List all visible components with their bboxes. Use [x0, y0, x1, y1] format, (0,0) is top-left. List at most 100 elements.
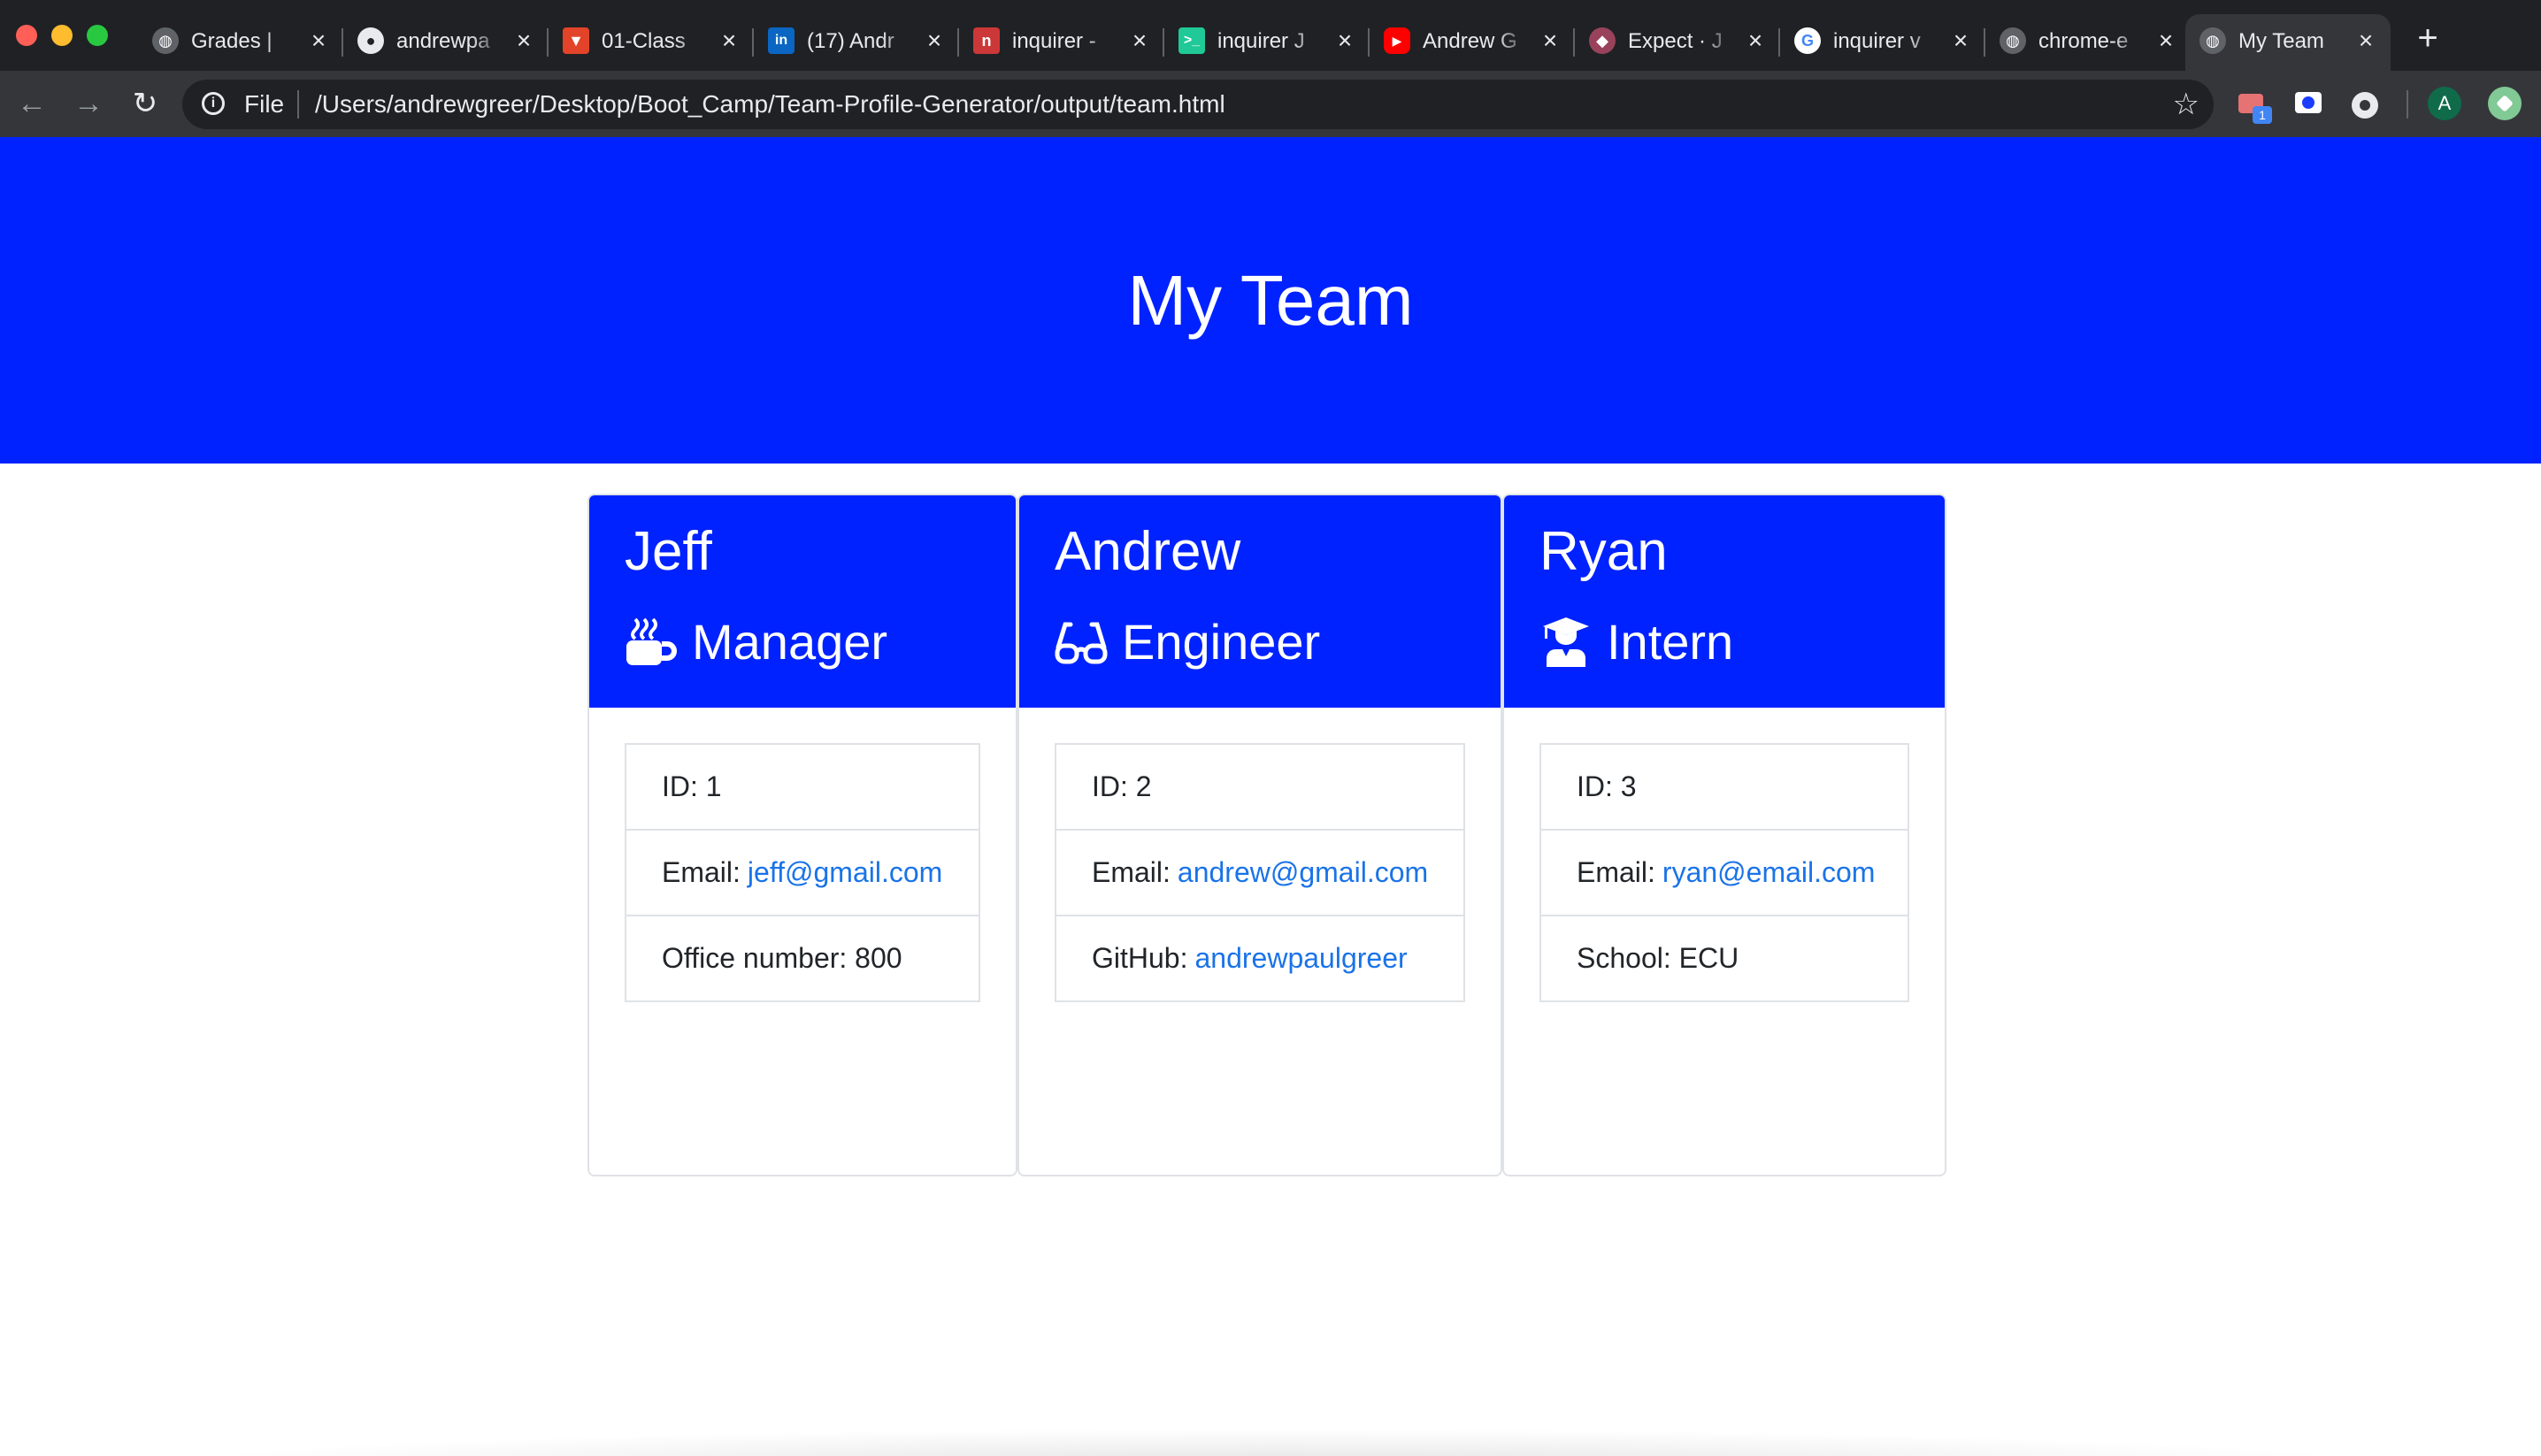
mug-icon [625, 616, 678, 669]
extension-dot [2302, 96, 2315, 109]
globe-icon: ◍ [2199, 27, 2226, 54]
employee-id: ID: 1 [626, 745, 979, 831]
extension-dot [2360, 100, 2370, 111]
tab-title: inquirer - [1012, 29, 1096, 53]
id-label: ID: 1 [662, 770, 722, 802]
tab-npm-inquirer[interactable]: n inquirer - × [959, 14, 1164, 71]
info-icon[interactable]: i [202, 92, 225, 115]
terminal-icon: >_ [1178, 27, 1205, 54]
employee-role: Manager [625, 610, 887, 674]
tab-grades[interactable]: ◍ Grades | × [138, 14, 343, 71]
email-link[interactable]: ryan@email.com [1662, 856, 1876, 889]
id-label: ID: 2 [1092, 770, 1152, 802]
jest-icon: ◆ [1589, 27, 1616, 54]
close-icon[interactable]: × [306, 28, 331, 54]
close-icon[interactable]: × [1743, 28, 1768, 54]
page-viewport: My Team Jeff Manager ID: 1 Email: jeff@g… [0, 137, 2541, 1456]
employee-name: Andrew [1055, 521, 1241, 582]
address-url[interactable]: /Users/andrewgreer/Desktop/Boot_Camp/Tea… [315, 91, 1225, 118]
close-icon[interactable]: × [922, 28, 947, 54]
github-icon: ● [357, 27, 384, 54]
tab-linkedin[interactable]: in (17) Andr × [754, 14, 959, 71]
email-label: Email: [1577, 856, 1655, 888]
minimize-window-button[interactable] [51, 25, 73, 46]
tab-youtube[interactable]: ▶ Andrew G × [1370, 14, 1575, 71]
employee-email: Email: ryan@email.com [1541, 831, 1908, 916]
toolbar-separator [2407, 90, 2408, 119]
employee-email: Email: jeff@gmail.com [626, 831, 979, 916]
employee-details-list: ID: 2 Email: andrew@gmail.com GitHub: an… [1055, 743, 1465, 1002]
npm-icon: n [973, 27, 1000, 54]
tab-gitlab[interactable]: ▼ 01-Class × [549, 14, 754, 71]
tab-title: Expect · J [1628, 29, 1723, 53]
employee-role: Engineer [1055, 610, 1320, 674]
card-header: Jeff Manager [589, 495, 1016, 708]
close-icon[interactable]: × [1948, 28, 1973, 54]
address-bar[interactable]: i File /Users/andrewgreer/Desktop/Boot_C… [182, 80, 2214, 129]
tab-title: 01-Class [602, 29, 686, 53]
employee-card-manager: Jeff Manager ID: 1 Email: jeff@gmail.com… [587, 494, 1017, 1176]
page-header: My Team [0, 137, 2541, 464]
close-window-button[interactable] [16, 25, 37, 46]
employee-card-intern: Ryan Intern ID: 3 Email: ryan@email.com … [1502, 494, 1946, 1176]
tab-strip: ◍ Grades | × ● andrewpa × ▼ 01-Class × i… [0, 0, 2541, 71]
email-link[interactable]: jeff@gmail.com [748, 856, 942, 889]
bookmark-star-icon[interactable]: ☆ [2173, 88, 2199, 120]
new-tab-button[interactable]: + [2410, 20, 2445, 57]
tab-inquirer-js[interactable]: >_ inquirer J × [1164, 14, 1370, 71]
zoom-window-button[interactable] [87, 25, 108, 46]
employee-name: Jeff [625, 521, 712, 582]
id-label: ID: 3 [1577, 770, 1637, 802]
email-label: Email: [662, 856, 741, 888]
tab-jest-expect[interactable]: ◆ Expect · J × [1575, 14, 1780, 71]
tab-title: Andrew G [1423, 29, 1517, 53]
screenshot-extension-icon[interactable] [2295, 90, 2325, 120]
tab-title: inquirer J [1217, 29, 1305, 53]
close-icon[interactable]: × [717, 28, 741, 54]
tab-title: (17) Andr [807, 29, 894, 53]
employee-name: Ryan [1539, 521, 1668, 582]
employee-github: GitHub: andrewpaulgreer [1056, 916, 1463, 1000]
extension-icon[interactable]: 1 [2238, 90, 2272, 124]
role-label: Intern [1607, 614, 1734, 670]
employee-id: ID: 2 [1056, 745, 1463, 831]
extension-green-icon[interactable] [2488, 87, 2522, 120]
tab-my-team[interactable]: ◍ My Team × [2185, 14, 2391, 71]
tab-title: andrewpa [396, 29, 490, 53]
tab-title: chrome-e [2038, 29, 2129, 53]
globe-icon: ◍ [2000, 27, 2026, 54]
tab-chrome-extension[interactable]: ◍ chrome-e × [1985, 14, 2191, 71]
tab-google-search[interactable]: G inquirer v × [1780, 14, 1985, 71]
employee-details-list: ID: 1 Email: jeff@gmail.com Office numbe… [625, 743, 980, 1002]
tab-github[interactable]: ● andrewpa × [343, 14, 549, 71]
role-label: Engineer [1122, 614, 1321, 670]
extension-dot [2496, 95, 2514, 112]
browser-toolbar: ← → ↻ i File /Users/andrewgreer/Desktop/… [0, 71, 2541, 137]
github-label: GitHub: [1092, 942, 1188, 974]
reload-icon[interactable]: ↻ [126, 85, 165, 124]
employee-email: Email: andrew@gmail.com [1056, 831, 1463, 916]
github-link[interactable]: andrewpaulgreer [1194, 942, 1407, 975]
close-icon[interactable]: × [1127, 28, 1152, 54]
profile-avatar[interactable]: A [2428, 87, 2461, 120]
glasses-icon [1055, 616, 1108, 669]
email-link[interactable]: andrew@gmail.com [1178, 856, 1428, 889]
employee-id: ID: 3 [1541, 745, 1908, 831]
back-arrow-icon[interactable]: ← [12, 85, 51, 124]
close-icon[interactable]: × [2153, 28, 2178, 54]
extension-badge: 1 [2253, 106, 2272, 124]
extension-circle-icon[interactable] [2352, 90, 2382, 120]
linkedin-icon: in [768, 27, 795, 54]
close-icon[interactable]: × [1332, 28, 1357, 54]
google-icon: G [1794, 27, 1821, 54]
close-icon[interactable]: × [1538, 28, 1562, 54]
email-label: Email: [1092, 856, 1171, 888]
youtube-icon: ▶ [1384, 27, 1410, 54]
tab-title: Grades | [191, 29, 273, 53]
forward-arrow-icon[interactable]: → [69, 85, 108, 124]
close-icon[interactable]: × [511, 28, 536, 54]
page-title: My Team [1127, 260, 1414, 340]
browser-window-chrome: ◍ Grades | × ● andrewpa × ▼ 01-Class × i… [0, 0, 2541, 137]
close-icon[interactable]: × [2353, 28, 2378, 54]
tab-title: inquirer v [1833, 29, 1921, 53]
